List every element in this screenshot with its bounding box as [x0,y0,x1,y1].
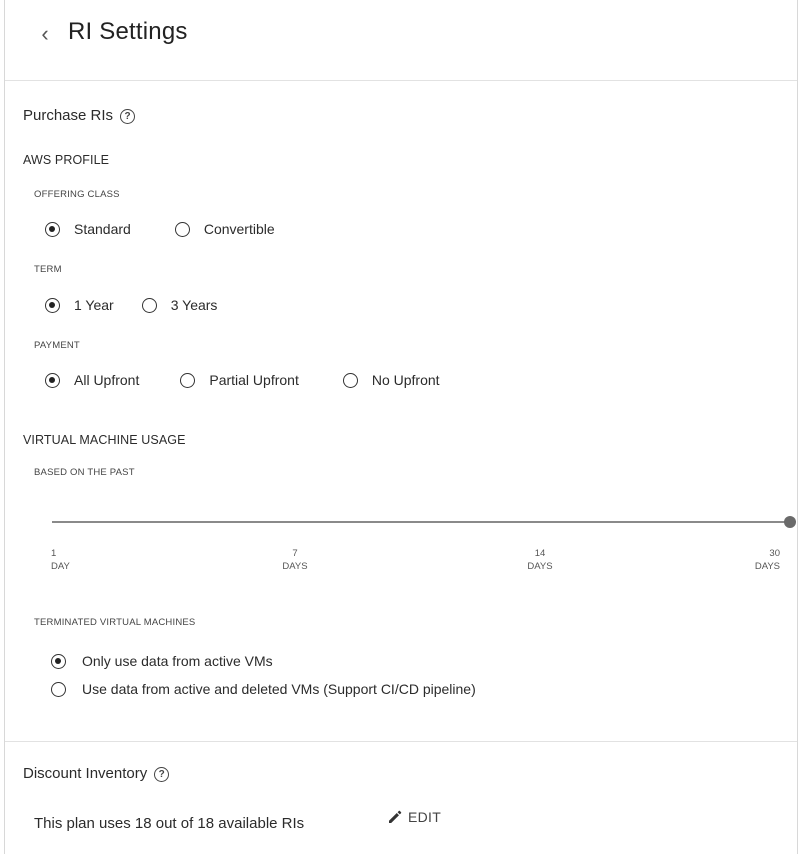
question-circle-icon[interactable]: ? [120,109,136,124]
purchase-ris-section-title: Purchase RIs? [23,107,136,124]
radio-button[interactable] [180,372,196,388]
page-header: ‹ RI Settings [5,0,797,81]
usage-slider-handle[interactable] [784,516,796,528]
radio-button-selected[interactable] [45,221,60,237]
radio-label: Use data from active and deleted VMs (Su… [82,681,476,697]
offering-class-label: OFFERING CLASS [34,189,120,200]
radio-label: Partial Upfront [209,372,299,388]
radio-active-vms[interactable]: Only use data from active VMs [51,653,273,669]
slider-tick-7: 7 DAYS [275,547,315,573]
radio-no-upfront[interactable]: No Upfront [342,372,440,388]
radio-button[interactable] [51,681,66,697]
slider-tick-14: 14 DAYS [520,547,560,573]
radio-label: Standard [74,221,131,237]
radio-active-and-deleted-vms[interactable]: Use data from active and deleted VMs (Su… [51,681,476,697]
radio-button-selected[interactable] [45,297,60,313]
radio-label: 1 Year [74,297,114,313]
ri-settings-panel: ‹ RI Settings Purchase RIs? AWS PROFILE … [4,0,798,854]
terminated-vms-option-active: Only use data from active VMs [51,650,273,672]
radio-button[interactable] [141,297,157,313]
radio-button-selected[interactable] [51,653,66,669]
radio-all-upfront[interactable]: All Upfront [45,372,139,388]
radio-button[interactable] [174,221,190,237]
vm-usage-title: VIRTUAL MACHINE USAGE [23,433,186,447]
section-divider [5,741,797,742]
radio-standard[interactable]: Standard [45,221,131,237]
radio-button[interactable] [342,372,358,388]
radio-3-years[interactable]: 3 Years [141,297,218,313]
radio-button-selected[interactable] [45,372,60,388]
radio-partial-upfront[interactable]: Partial Upfront [180,372,299,388]
discount-inventory-section-title: Discount Inventory? [23,765,170,782]
slider-tick-1: 1 DAY [51,547,70,573]
tick-unit: DAYS [282,561,308,572]
radio-label: No Upfront [371,372,440,388]
pencil-icon [389,810,402,823]
term-label: TERM [34,264,62,275]
payment-radio-group: All Upfront Partial Upfront No Upfront [45,369,440,391]
usage-slider-track[interactable] [52,521,790,523]
terminated-vms-option-deleted: Use data from active and deleted VMs (Su… [51,678,476,700]
edit-button[interactable]: EDIT [386,808,441,826]
tick-value: 1 [51,548,57,559]
radio-label: All Upfront [74,372,140,388]
term-radio-group: 1 Year 3 Years [45,294,217,316]
chevron-left-icon[interactable]: ‹ [33,20,57,48]
aws-profile-label: AWS PROFILE [23,153,110,167]
radio-1-year[interactable]: 1 Year [45,297,114,313]
payment-label: PAYMENT [34,340,80,351]
radio-label: Convertible [203,221,275,237]
question-circle-icon[interactable]: ? [154,767,170,782]
page-title: RI Settings [68,18,188,45]
terminated-vms-label: TERMINATED VIRTUAL MACHINES [34,617,196,628]
tick-unit: DAYS [754,561,780,572]
discount-inventory-title: Discount Inventory [23,765,148,782]
tick-value: 30 [769,548,780,559]
radio-label: Only use data from active VMs [82,653,273,669]
tick-value: 14 [534,548,546,559]
edit-label: EDIT [408,809,442,825]
tick-value: 7 [292,548,298,559]
radio-convertible[interactable]: Convertible [174,221,275,237]
based-on-past-label: BASED ON THE PAST [34,467,135,478]
radio-label: 3 Years [170,297,218,313]
slider-tick-30: 30 DAYS [740,547,780,573]
tick-unit: DAYS [527,561,553,572]
tick-unit: DAY [51,561,70,572]
offering-class-radio-group: Standard Convertible [45,218,275,240]
inventory-summary: This plan uses 18 out of 18 available RI… [34,815,305,832]
purchase-ris-title: Purchase RIs [23,107,114,124]
